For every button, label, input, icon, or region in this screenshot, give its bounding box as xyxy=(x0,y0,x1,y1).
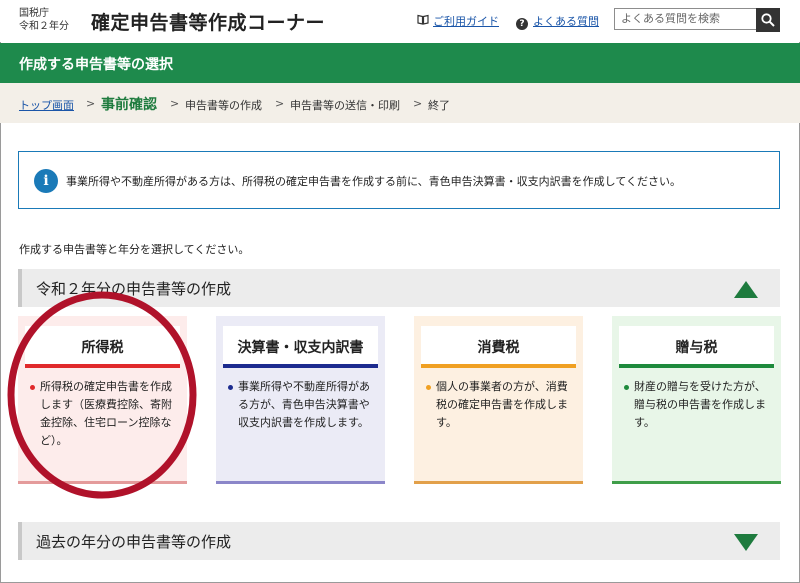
card-accent-bar xyxy=(223,364,378,368)
card-header: 贈与税 xyxy=(619,326,774,364)
guide-link-label[interactable]: ご利用ガイド xyxy=(433,15,499,28)
page-heading-band: 作成する申告書等の選択 xyxy=(0,43,800,83)
bullet-icon xyxy=(30,385,35,390)
selection-prompt: 作成する申告書等と年分を選択してください。 xyxy=(19,243,250,256)
breadcrumb-current: 事前確認 xyxy=(101,97,157,113)
guide-link[interactable]: ご利用ガイド xyxy=(417,13,499,29)
breadcrumb-separator: > xyxy=(170,97,180,110)
tax-year-label: 令和２年分 xyxy=(19,21,69,32)
section-current-year[interactable]: 令和２年分の申告書等の作成 xyxy=(18,269,780,307)
breadcrumb-separator: > xyxy=(86,97,96,110)
site-header: 国税庁 令和２年分 確定申告書等作成コーナー ご利用ガイド ? よくある質問 xyxy=(0,0,800,42)
card-title: 決算書・収支内訳書 xyxy=(237,340,364,356)
collapse-triangle-icon[interactable] xyxy=(734,281,758,298)
breadcrumb-separator: > xyxy=(413,97,423,110)
bullet-icon xyxy=(426,385,431,390)
card-income-tax[interactable]: 所得税 所得税の確定申告書を作成します（医療費控除、寄附金控除、住宅ローン控除な… xyxy=(18,316,187,484)
card-accent-bar xyxy=(421,364,576,368)
faq-link-label[interactable]: よくある質問 xyxy=(533,15,599,28)
card-settlement[interactable]: 決算書・収支内訳書 事業所得や不動産所得がある方が、青色申告決算書や収支内訳書を… xyxy=(216,316,385,484)
bullet-icon xyxy=(624,385,629,390)
breadcrumb-step-create: 申告書等の作成 xyxy=(185,99,262,112)
card-description-text: 個人の事業者の方が、消費税の確定申告書を作成します。 xyxy=(436,380,568,429)
card-footer-bar xyxy=(612,481,781,484)
card-header: 消費税 xyxy=(421,326,576,364)
site-title[interactable]: 確定申告書等作成コーナー xyxy=(91,8,325,35)
agency-name: 国税庁 xyxy=(19,8,49,19)
section-title: 過去の年分の申告書等の作成 xyxy=(36,533,232,551)
breadcrumb: トップ画面 > 事前確認 > 申告書等の作成 > 申告書等の送信・印刷 > 終了 xyxy=(0,83,800,123)
card-title: 消費税 xyxy=(477,340,520,356)
card-footer-bar xyxy=(216,481,385,484)
card-description: 個人の事業者の方が、消費税の確定申告書を作成します。 xyxy=(426,378,574,432)
info-message: 事業所得や不動産所得がある方は、所得税の確定申告書を作成する前に、青色申告決算書… xyxy=(66,175,682,188)
faq-search-input[interactable] xyxy=(614,8,756,30)
card-description-text: 所得税の確定申告書を作成します（医療費控除、寄附金控除、住宅ローン控除など）。 xyxy=(40,380,172,447)
faq-link[interactable]: ? よくある質問 xyxy=(516,13,599,30)
expand-triangle-icon[interactable] xyxy=(734,534,758,551)
card-description: 所得税の確定申告書を作成します（医療費控除、寄附金控除、住宅ローン控除など）。 xyxy=(30,378,178,450)
card-footer-bar xyxy=(414,481,583,484)
question-icon: ? xyxy=(516,18,528,30)
search-icon xyxy=(761,13,775,27)
card-title: 所得税 xyxy=(81,340,124,356)
section-title: 令和２年分の申告書等の作成 xyxy=(36,280,232,298)
card-accent-bar xyxy=(619,364,774,368)
section-past-years[interactable]: 過去の年分の申告書等の作成 xyxy=(18,522,780,560)
card-gift-tax[interactable]: 贈与税 財産の贈与を受けた方が、贈与税の申告書を作成します。 xyxy=(612,316,781,484)
info-icon: i xyxy=(34,169,58,193)
page-title: 作成する申告書等の選択 xyxy=(19,57,173,73)
card-header: 決算書・収支内訳書 xyxy=(223,326,378,364)
card-description-text: 事業所得や不動産所得がある方が、青色申告決算書や収支内訳書を作成します。 xyxy=(238,380,370,429)
bullet-icon xyxy=(228,385,233,390)
breadcrumb-separator: > xyxy=(275,97,285,110)
breadcrumb-top[interactable]: トップ画面 xyxy=(19,97,74,113)
card-title: 贈与税 xyxy=(675,340,718,356)
agency-label: 国税庁 令和２年分 xyxy=(19,7,69,33)
card-accent-bar xyxy=(25,364,180,368)
card-header: 所得税 xyxy=(25,326,180,364)
card-description-text: 財産の贈与を受けた方が、贈与税の申告書を作成します。 xyxy=(634,380,766,429)
info-notice: i 事業所得や不動産所得がある方は、所得税の確定申告書を作成する前に、青色申告決… xyxy=(18,151,780,209)
search-button[interactable] xyxy=(756,8,780,32)
breadcrumb-step-end: 終了 xyxy=(428,99,450,112)
card-description: 事業所得や不動産所得がある方が、青色申告決算書や収支内訳書を作成します。 xyxy=(228,378,376,432)
breadcrumb-step-send: 申告書等の送信・印刷 xyxy=(290,99,400,112)
book-icon xyxy=(417,14,429,28)
card-description: 財産の贈与を受けた方が、贈与税の申告書を作成します。 xyxy=(624,378,772,432)
card-consumption-tax[interactable]: 消費税 個人の事業者の方が、消費税の確定申告書を作成します。 xyxy=(414,316,583,484)
card-footer-bar xyxy=(18,481,187,484)
